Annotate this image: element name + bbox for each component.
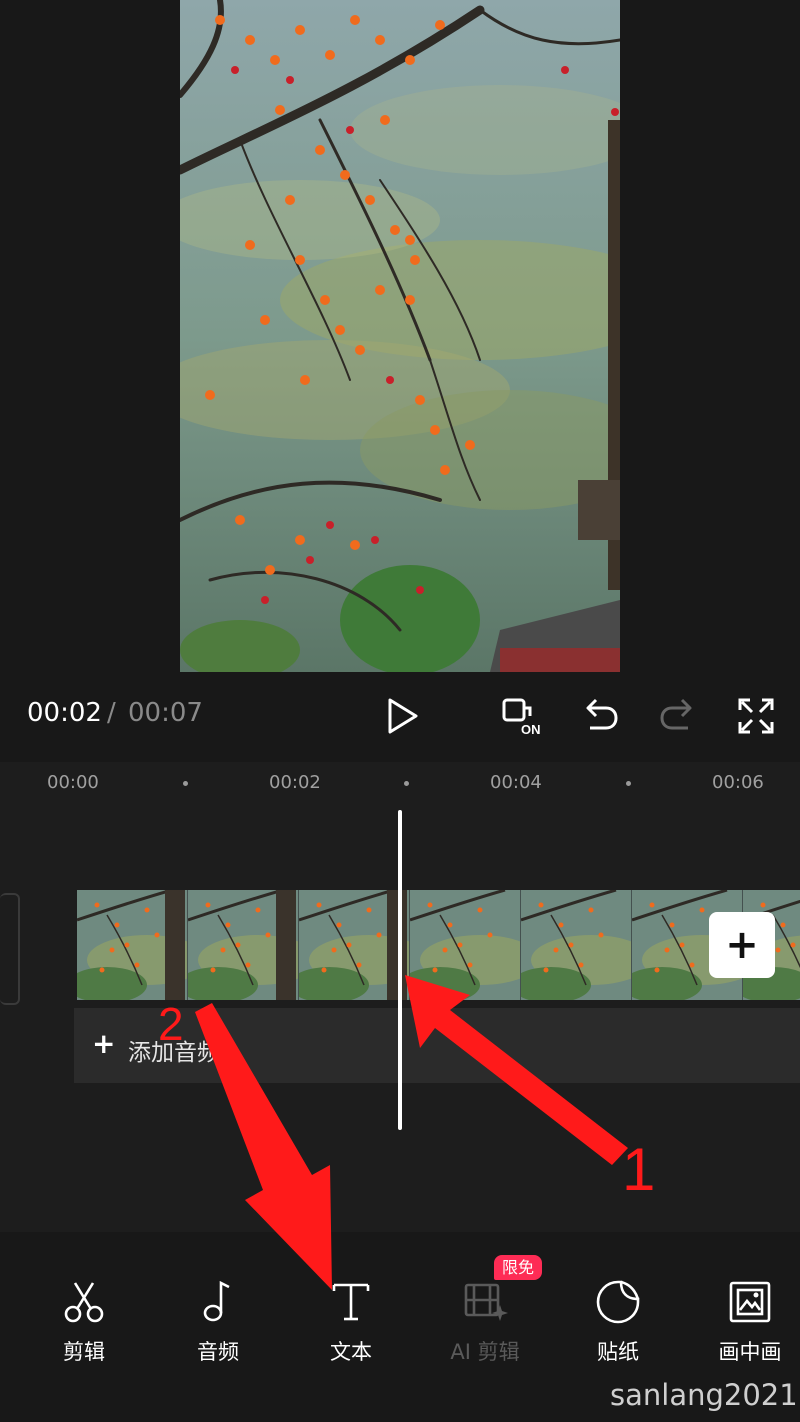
toggle-on-button[interactable]: ON [500,694,544,738]
ruler-dot [626,781,631,786]
ai-edit-icon [464,1283,508,1321]
track-left-handle[interactable] [0,893,20,1005]
video-frame-thumbnail [521,890,631,1000]
play-icon [388,698,418,734]
video-track[interactable] [77,890,800,1000]
music-note-icon [203,1280,230,1322]
tool-label: 画中画 [718,1340,782,1364]
ruler-label: 00:04 [490,772,542,793]
ruler-dot [404,781,409,786]
undo-button[interactable] [578,694,622,738]
undo-icon [586,698,618,730]
ruler-label: 00:02 [269,772,321,793]
video-frame-thumbnail [410,890,520,1000]
play-button[interactable] [380,694,424,738]
current-time: 00:02 [27,698,102,728]
toggle-on-text: ON [521,722,541,737]
total-time: 00:07 [128,698,203,728]
add-audio-label[interactable]: 添加音频 [128,1033,220,1067]
tool-sticker[interactable]: 贴纸 [558,1272,678,1366]
tool-picture-in-picture[interactable]: 画中画 [690,1272,800,1366]
video-preview[interactable] [180,0,620,672]
tool-ai-edit[interactable]: AI 剪辑 [425,1272,545,1366]
add-clip-button[interactable]: + [709,912,775,978]
video-frame-thumbnail [188,890,298,1000]
ruler-dot [183,781,188,786]
tool-label: 贴纸 [597,1340,639,1364]
ruler-label: 00:06 [712,772,764,793]
preview-image [180,0,620,672]
tool-label: 剪辑 [63,1340,105,1364]
tool-text[interactable]: 文本 [291,1272,411,1366]
playhead[interactable] [398,810,402,1130]
tool-label: 文本 [330,1340,372,1364]
watermark: sanlang2021 [610,1378,798,1412]
time-separator: / [107,698,116,728]
video-frame-thumbnail [299,890,409,1000]
scissors-icon [64,1282,104,1323]
video-frame-thumbnail [77,890,187,1000]
redo-icon [660,698,692,730]
ruler-label: 00:00 [47,772,99,793]
tool-label: 音频 [197,1340,239,1364]
tool-edit[interactable]: 剪辑 [24,1272,144,1366]
fullscreen-button[interactable] [734,694,778,738]
fullscreen-icon [738,698,774,734]
free-badge: 限免 [494,1255,542,1280]
toggle-on-icon: ON [502,698,541,737]
sticker-icon [596,1280,640,1324]
tool-label: AI 剪辑 [450,1340,520,1364]
tool-audio[interactable]: 音频 [158,1272,278,1366]
redo-button[interactable] [656,694,700,738]
plus-icon: + [725,922,759,968]
plus-icon: + [92,1027,116,1060]
text-icon [332,1283,370,1321]
picture-in-picture-icon [729,1281,771,1323]
